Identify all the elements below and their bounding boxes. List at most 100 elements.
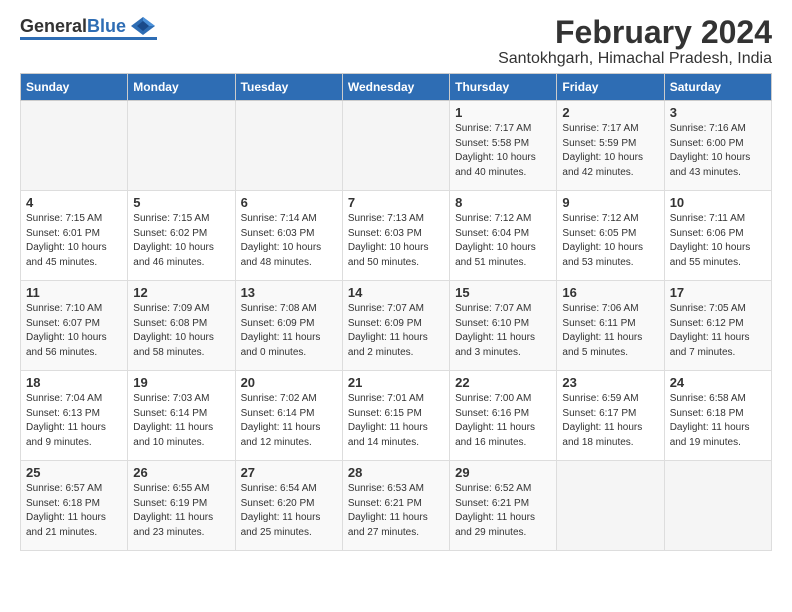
col-friday: Friday <box>557 74 664 101</box>
day-info: Sunrise: 7:17 AMSunset: 5:59 PMDaylight:… <box>562 122 658 180</box>
table-cell: 15Sunrise: 7:07 AMSunset: 6:10 PMDayligh… <box>450 281 557 371</box>
table-cell: 9Sunrise: 7:12 AMSunset: 6:05 PMDaylight… <box>557 191 664 281</box>
day-number: 20 <box>241 375 337 390</box>
day-info: Sunrise: 7:17 AMSunset: 5:58 PMDaylight:… <box>455 122 551 180</box>
day-number: 6 <box>241 195 337 210</box>
col-monday: Monday <box>128 74 235 101</box>
day-info: Sunrise: 7:13 AMSunset: 6:03 PMDaylight:… <box>348 212 444 270</box>
table-cell: 16 Sunrise: 7:06 AMSunset: 6:11 PMDayligh… <box>557 281 664 371</box>
table-cell: 23 Sunrise: 6:59 AMSunset: 6:17 PMDayligh… <box>557 371 664 461</box>
day-number: 10 <box>670 195 766 210</box>
table-cell: 19 Sunrise: 7:03 AMSunset: 6:14 PMDayligh… <box>128 371 235 461</box>
day-info: Sunrise: 6:58 AMSunset: 6:18 PMDaylight:… <box>670 392 766 450</box>
day-number: 11 <box>26 285 122 300</box>
table-cell <box>664 461 771 551</box>
day-info: Sunrise: 7:15 AMSunset: 6:02 PMDaylight:… <box>133 212 229 270</box>
table-cell: 7 Sunrise: 7:13 AMSunset: 6:03 PMDaylight… <box>342 191 449 281</box>
day-number: 5 <box>133 195 229 210</box>
day-number: 24 <box>670 375 766 390</box>
day-number: 17 <box>670 285 766 300</box>
week-row-2: 4 Sunrise: 7:15 AMSunset: 6:01 PMDaylight… <box>21 191 772 281</box>
col-tuesday: Tuesday <box>235 74 342 101</box>
table-cell: 29Sunrise: 6:52 AMSunset: 6:21 PMDayligh… <box>450 461 557 551</box>
table-cell: 20 Sunrise: 7:02 AMSunset: 6:14 PMDayligh… <box>235 371 342 461</box>
table-cell <box>342 101 449 191</box>
calendar-table: Sunday Monday Tuesday Wednesday Thursday… <box>20 73 772 551</box>
logo-icon <box>129 15 157 37</box>
table-cell: 5 Sunrise: 7:15 AMSunset: 6:02 PMDaylight… <box>128 191 235 281</box>
title-block: February 2024 Santokhgarh, Himachal Prad… <box>498 15 772 68</box>
table-cell <box>235 101 342 191</box>
day-info: Sunrise: 7:11 AMSunset: 6:06 PMDaylight:… <box>670 212 766 270</box>
day-number: 12 <box>133 285 229 300</box>
table-cell: 12 Sunrise: 7:09 AMSunset: 6:08 PMDayligh… <box>128 281 235 371</box>
day-info: Sunrise: 7:07 AMSunset: 6:10 PMDaylight:… <box>455 302 551 360</box>
day-number: 28 <box>348 465 444 480</box>
day-info: Sunrise: 6:57 AMSunset: 6:18 PMDaylight:… <box>26 482 122 540</box>
calendar-header-row: Sunday Monday Tuesday Wednesday Thursday… <box>21 74 772 101</box>
day-number: 16 <box>562 285 658 300</box>
logo-blue: Blue <box>87 16 126 37</box>
table-cell: 3Sunrise: 7:16 AMSunset: 6:00 PMDaylight… <box>664 101 771 191</box>
week-row-5: 25 Sunrise: 6:57 AMSunset: 6:18 PMDayligh… <box>21 461 772 551</box>
table-cell: 11 Sunrise: 7:10 AMSunset: 6:07 PMDayligh… <box>21 281 128 371</box>
day-number: 4 <box>26 195 122 210</box>
day-number: 23 <box>562 375 658 390</box>
day-info: Sunrise: 7:04 AMSunset: 6:13 PMDaylight:… <box>26 392 122 450</box>
day-info: Sunrise: 7:08 AMSunset: 6:09 PMDaylight:… <box>241 302 337 360</box>
day-info: Sunrise: 7:03 AMSunset: 6:14 PMDaylight:… <box>133 392 229 450</box>
day-info: Sunrise: 7:06 AMSunset: 6:11 PMDaylight:… <box>562 302 658 360</box>
day-number: 7 <box>348 195 444 210</box>
day-number: 19 <box>133 375 229 390</box>
day-number: 13 <box>241 285 337 300</box>
day-info: Sunrise: 6:52 AMSunset: 6:21 PMDaylight:… <box>455 482 551 540</box>
day-number: 1 <box>455 105 551 120</box>
table-cell: 24 Sunrise: 6:58 AMSunset: 6:18 PMDayligh… <box>664 371 771 461</box>
table-cell: 14Sunrise: 7:07 AMSunset: 6:09 PMDayligh… <box>342 281 449 371</box>
table-cell: 21 Sunrise: 7:01 AMSunset: 6:15 PMDayligh… <box>342 371 449 461</box>
day-info: Sunrise: 7:15 AMSunset: 6:01 PMDaylight:… <box>26 212 122 270</box>
day-info: Sunrise: 6:55 AMSunset: 6:19 PMDaylight:… <box>133 482 229 540</box>
table-cell: 22Sunrise: 7:00 AMSunset: 6:16 PMDayligh… <box>450 371 557 461</box>
day-info: Sunrise: 7:14 AMSunset: 6:03 PMDaylight:… <box>241 212 337 270</box>
table-cell: 27Sunrise: 6:54 AMSunset: 6:20 PMDayligh… <box>235 461 342 551</box>
table-cell: 1 Sunrise: 7:17 AMSunset: 5:58 PMDaylight… <box>450 101 557 191</box>
table-cell: 17Sunrise: 7:05 AMSunset: 6:12 PMDayligh… <box>664 281 771 371</box>
day-number: 2 <box>562 105 658 120</box>
table-cell: 26 Sunrise: 6:55 AMSunset: 6:19 PMDayligh… <box>128 461 235 551</box>
day-info: Sunrise: 7:12 AMSunset: 6:04 PMDaylight:… <box>455 212 551 270</box>
day-info: Sunrise: 6:53 AMSunset: 6:21 PMDaylight:… <box>348 482 444 540</box>
day-number: 26 <box>133 465 229 480</box>
week-row-3: 11 Sunrise: 7:10 AMSunset: 6:07 PMDayligh… <box>21 281 772 371</box>
day-number: 18 <box>26 375 122 390</box>
day-info: Sunrise: 6:59 AMSunset: 6:17 PMDaylight:… <box>562 392 658 450</box>
table-cell: 4 Sunrise: 7:15 AMSunset: 6:01 PMDaylight… <box>21 191 128 281</box>
day-number: 21 <box>348 375 444 390</box>
table-cell: 6 Sunrise: 7:14 AMSunset: 6:03 PMDaylight… <box>235 191 342 281</box>
table-cell: 13 Sunrise: 7:08 AMSunset: 6:09 PMDayligh… <box>235 281 342 371</box>
table-cell: 25 Sunrise: 6:57 AMSunset: 6:18 PMDayligh… <box>21 461 128 551</box>
table-cell: 28 Sunrise: 6:53 AMSunset: 6:21 PMDayligh… <box>342 461 449 551</box>
day-info: Sunrise: 7:10 AMSunset: 6:07 PMDaylight:… <box>26 302 122 360</box>
day-info: Sunrise: 7:07 AMSunset: 6:09 PMDaylight:… <box>348 302 444 360</box>
day-info: Sunrise: 7:01 AMSunset: 6:15 PMDaylight:… <box>348 392 444 450</box>
day-number: 22 <box>455 375 551 390</box>
day-number: 3 <box>670 105 766 120</box>
day-number: 27 <box>241 465 337 480</box>
day-number: 8 <box>455 195 551 210</box>
col-thursday: Thursday <box>450 74 557 101</box>
week-row-4: 18 Sunrise: 7:04 AMSunset: 6:13 PMDayligh… <box>21 371 772 461</box>
col-sunday: Sunday <box>21 74 128 101</box>
day-info: Sunrise: 7:02 AMSunset: 6:14 PMDaylight:… <box>241 392 337 450</box>
col-saturday: Saturday <box>664 74 771 101</box>
table-cell: 10 Sunrise: 7:11 AMSunset: 6:06 PMDayligh… <box>664 191 771 281</box>
day-number: 25 <box>26 465 122 480</box>
table-cell: 18 Sunrise: 7:04 AMSunset: 6:13 PMDayligh… <box>21 371 128 461</box>
table-cell <box>21 101 128 191</box>
day-info: Sunrise: 7:09 AMSunset: 6:08 PMDaylight:… <box>133 302 229 360</box>
table-cell: 8 Sunrise: 7:12 AMSunset: 6:04 PMDaylight… <box>450 191 557 281</box>
page-title: February 2024 <box>498 15 772 50</box>
logo: General Blue <box>20 15 157 40</box>
table-cell <box>557 461 664 551</box>
week-row-1: 1 Sunrise: 7:17 AMSunset: 5:58 PMDaylight… <box>21 101 772 191</box>
